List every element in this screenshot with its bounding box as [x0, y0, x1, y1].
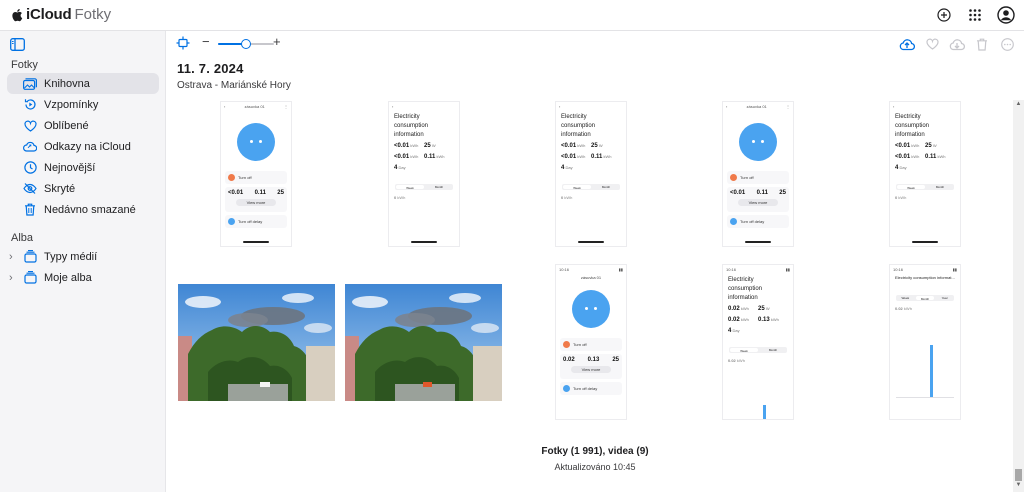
sidebar-item-media-types[interactable]: › Typy médií — [7, 246, 159, 267]
download-cloud-icon[interactable] — [949, 36, 965, 52]
sidebar-toggle-icon[interactable] — [10, 38, 25, 51]
album-stack-icon — [23, 271, 37, 285]
photo-thumbnail[interactable]: ‹ Electricity consumption information <0… — [344, 99, 504, 249]
sidebar-item-library[interactable]: Knihovna — [7, 73, 159, 94]
photo-thumbnail[interactable] — [343, 267, 503, 417]
sidebar-item-label: Vzpomínky — [44, 98, 99, 111]
sidebar-item-favorites[interactable]: Oblíbené — [7, 115, 159, 136]
photo-thumbnail[interactable] — [176, 267, 336, 417]
add-icon[interactable] — [935, 6, 953, 24]
zoom-slider-knob[interactable] — [241, 39, 251, 49]
delete-trash-icon[interactable] — [974, 36, 990, 52]
landscape-photo — [177, 283, 335, 401]
sidebar-item-my-albums[interactable]: › Moje alba — [7, 267, 159, 288]
chevron-right-icon[interactable]: › — [9, 272, 19, 284]
apple-logo-icon — [12, 8, 23, 21]
control-card: Turn off — [225, 171, 287, 184]
photo-toolbar: − + — [166, 31, 1024, 57]
status-bar: ‹ zásuvka 01 ⋮ — [224, 104, 288, 109]
photo-thumbnail[interactable]: 10:16 ▮▮ zásuvka 01 Turn off 0.02 0.13 25 V… — [511, 264, 671, 420]
cloud-link-icon — [23, 140, 37, 154]
favorite-heart-icon[interactable] — [924, 36, 940, 52]
top-bar: iCloud Fotky — [0, 0, 1024, 31]
zoom-fit-icon[interactable] — [176, 36, 190, 50]
device-screenshot: ‹ zásuvka 01 ⋮ Turn off <0.01 0.11 25 View m… — [722, 101, 794, 247]
clock-icon — [23, 161, 37, 175]
trash-icon — [23, 203, 37, 217]
photo-thumbnail[interactable]: ‹ Electricity consumption information <0… — [511, 99, 671, 249]
photo-thumbnail[interactable]: 10:16 ▮▮ Electricity consumption informat… — [845, 264, 1005, 420]
stats-card: <0.01 0.11 25 View more — [225, 187, 287, 212]
eye-slash-icon — [23, 182, 37, 196]
consumption-chart-screenshot: 10:16 ▮▮ Electricity consumption informat… — [889, 264, 961, 420]
consumption-screenshot: 10:16 ▮▮ Electricity consumption informat… — [722, 264, 794, 420]
sidebar-item-label: Nejnovější — [44, 161, 96, 174]
sidebar-item-icloud-links[interactable]: Odkazy na iCloud — [7, 136, 159, 157]
sidebar-item-label: Odkazy na iCloud — [44, 140, 131, 153]
zoom-out-button[interactable]: − — [202, 34, 210, 49]
sidebar-item-label: Skryté — [44, 182, 76, 195]
sidebar-item-label: Knihovna — [44, 77, 90, 90]
photo-thumbnail[interactable]: ‹ zásuvka 01 ⋮ Turn off <0.01 0.11 25 View m… — [176, 99, 336, 249]
sidebar: Fotky Knihovna Vzpomínky Oblíbené Odkazy… — [0, 31, 166, 492]
consumption-screenshot: ‹ Electricity consumption information <0… — [555, 101, 627, 247]
consumption-screenshot: ‹ Electricity consumption information <0… — [889, 101, 961, 247]
sidebar-item-recently-deleted[interactable]: Nedávno smazané — [7, 199, 159, 220]
sidebar-item-label: Nedávno smazané — [44, 203, 136, 216]
photo-thumbnail[interactable]: ‹ Electricity consumption information <0… — [845, 99, 1005, 249]
photo-actions — [899, 36, 1015, 52]
home-indicator — [243, 241, 269, 243]
consumption-screenshot: ‹ Electricity consumption information <0… — [388, 101, 460, 247]
more-options-icon[interactable] — [999, 36, 1015, 52]
chart-baseline — [896, 397, 954, 398]
library-icon — [23, 77, 37, 91]
brand-app-name: Fotky — [74, 6, 112, 23]
chevron-right-icon[interactable]: › — [9, 251, 19, 263]
memories-icon — [23, 98, 37, 112]
scrollbar-thumb[interactable] — [1015, 469, 1022, 481]
section-title-photos: Fotky — [11, 59, 38, 71]
scroll-up-icon[interactable]: ▲ — [1015, 101, 1022, 107]
usage-bar — [763, 405, 766, 419]
sidebar-item-hidden[interactable]: Skryté — [7, 178, 159, 199]
delay-card: Turn off delay — [225, 215, 287, 228]
last-updated: Aktualizováno 10:45 — [554, 462, 636, 472]
photo-thumbnail[interactable]: ‹ zásuvka 01 ⋮ Turn off <0.01 0.11 25 View m… — [678, 99, 838, 249]
moment-date: 11. 7. 2024 — [177, 61, 244, 76]
sidebar-item-label: Oblíbené — [44, 119, 89, 132]
zoom-slider[interactable] — [218, 39, 274, 49]
heart-icon — [23, 119, 37, 133]
sidebar-item-recent[interactable]: Nejnovější — [7, 157, 159, 178]
app-brand[interactable]: iCloud Fotky — [11, 6, 111, 23]
sidebar-item-memories[interactable]: Vzpomínky — [7, 94, 159, 115]
landscape-photo — [344, 283, 502, 401]
smart-plug-graphic — [237, 123, 275, 161]
library-count: Fotky (1 991), videa (9) — [541, 446, 649, 457]
scrollbar[interactable]: ▲ ▼ — [1013, 100, 1024, 492]
photo-thumbnail[interactable]: 10:16 ▮▮ Electricity consumption informat… — [678, 264, 838, 420]
album-stack-icon — [23, 250, 37, 264]
sidebar-item-label: Moje alba — [44, 271, 92, 284]
scroll-down-icon[interactable]: ▼ — [1015, 482, 1022, 488]
zoom-in-button[interactable]: + — [273, 34, 281, 49]
top-actions — [935, 6, 1015, 24]
account-icon[interactable] — [997, 6, 1015, 24]
device-screenshot: 10:16 ▮▮ zásuvka 01 Turn off 0.02 0.13 25 V… — [555, 264, 627, 420]
photo-grid: ‹ zásuvka 01 ⋮ Turn off <0.01 0.11 25 View m… — [172, 99, 1008, 429]
moment-location[interactable]: Ostrava - Mariánské Hory — [177, 80, 291, 91]
section-title-albums: Alba — [11, 232, 34, 244]
device-screenshot: ‹ zásuvka 01 ⋮ Turn off <0.01 0.11 25 View m… — [220, 101, 292, 247]
sidebar-item-label: Typy médií — [44, 250, 98, 263]
app-grid-icon[interactable] — [966, 6, 984, 24]
upload-icon[interactable] — [899, 36, 915, 52]
usage-bar — [930, 345, 933, 397]
brand-icloud: iCloud — [26, 6, 72, 23]
